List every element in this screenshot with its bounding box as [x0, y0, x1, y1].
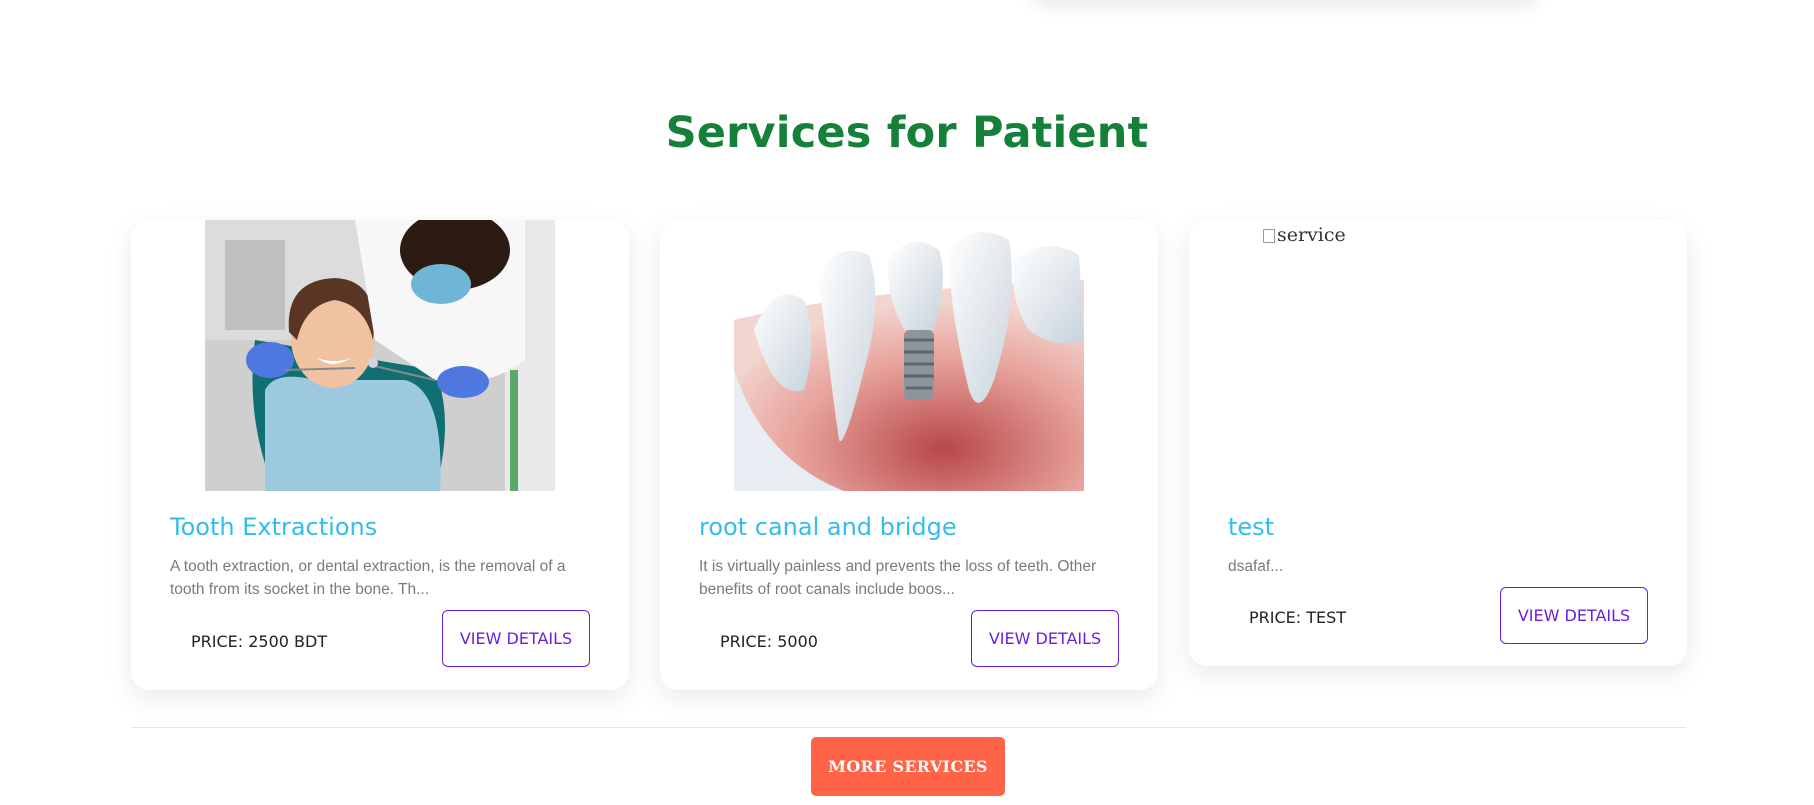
service-image-dental-implant: [734, 220, 1084, 491]
page: Services for Patient Tooth Extractions A…: [0, 0, 1814, 805]
broken-image-placeholder: service: [1263, 224, 1613, 491]
card-description: It is virtually painless and prevents th…: [699, 558, 1097, 598]
more-services-button[interactable]: MORE SERVICES: [811, 737, 1005, 796]
card-title: test: [1228, 513, 1275, 541]
service-card-test: service test dsafaf... PRICE: TEST VIEW …: [1189, 220, 1687, 666]
card-price: PRICE: 5000: [720, 632, 818, 651]
card-price: PRICE: TEST: [1249, 608, 1347, 627]
view-details-button[interactable]: VIEW DETAILS: [971, 610, 1119, 667]
service-card-tooth-extractions: Tooth Extractions A tooth extraction, or…: [131, 220, 629, 690]
section-divider: [131, 727, 1686, 728]
image-alt-text: service: [1277, 224, 1346, 246]
card-description: dsafaf...: [1228, 558, 1284, 575]
view-details-button[interactable]: VIEW DETAILS: [1500, 587, 1648, 644]
service-image-dentist-patient: [205, 220, 555, 491]
dental-implant-illustration: [734, 220, 1084, 491]
card-title: root canal and bridge: [699, 513, 957, 541]
dentist-patient-photo: [205, 220, 555, 491]
service-card-root-canal: root canal and bridge It is virtually pa…: [660, 220, 1158, 690]
view-details-button[interactable]: VIEW DETAILS: [442, 610, 590, 667]
section-title: Services for Patient: [665, 108, 1149, 158]
card-price: PRICE: 2500 BDT: [191, 632, 328, 651]
card-description: A tooth extraction, or dental extraction…: [170, 558, 566, 598]
broken-image-icon: [1263, 229, 1275, 243]
card-title: Tooth Extractions: [170, 513, 378, 541]
